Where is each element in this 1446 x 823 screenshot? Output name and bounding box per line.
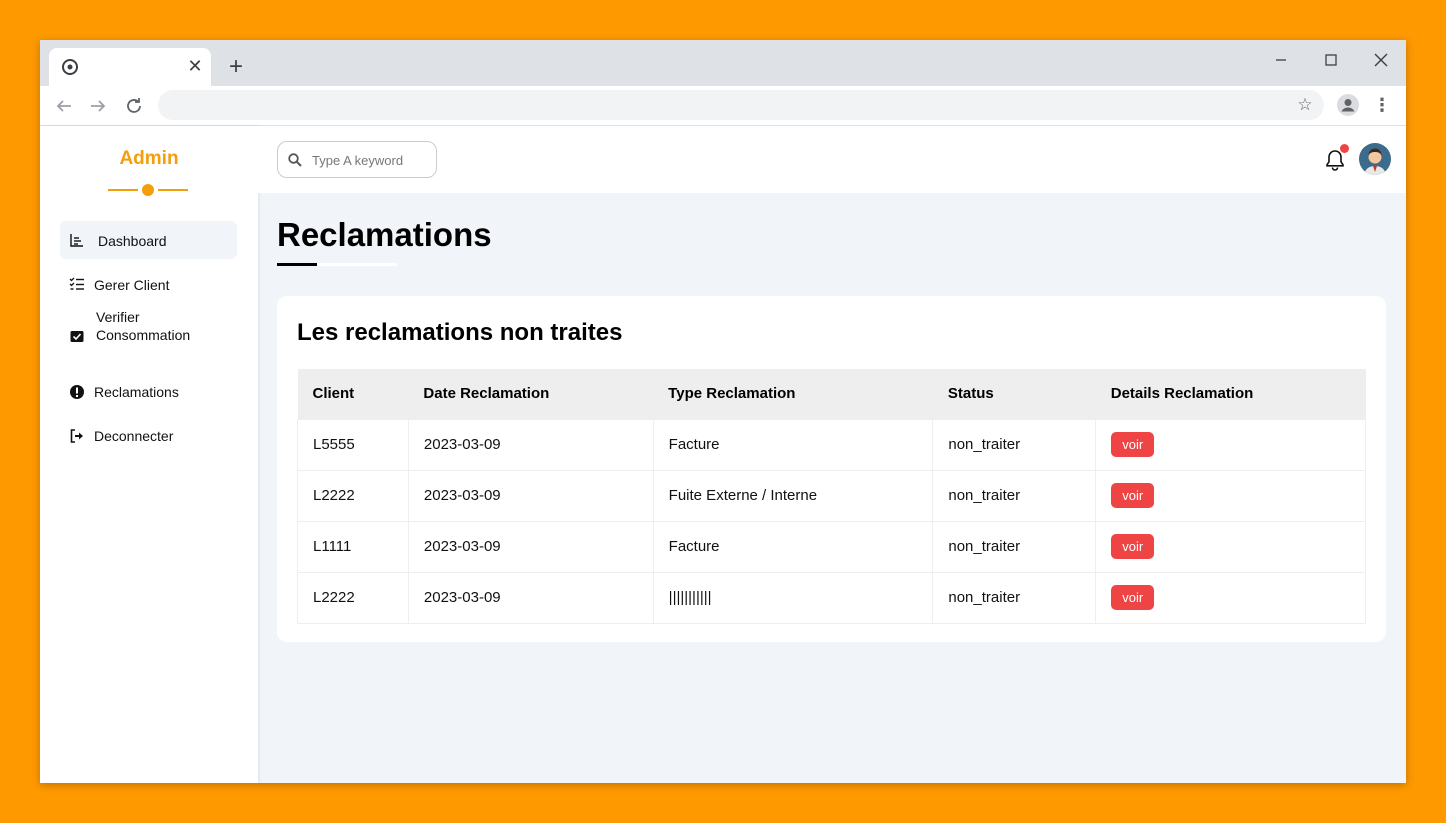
minimize-icon[interactable] (1267, 46, 1295, 74)
checklist-icon (69, 277, 84, 290)
back-arrow-icon[interactable] (52, 94, 76, 118)
page-title: Reclamations (277, 216, 492, 253)
notification-dot (1340, 144, 1349, 153)
sidebar-item-verifier-consommation[interactable]: Verifier Consommation (60, 309, 237, 362)
cell-details: voir (1095, 469, 1366, 522)
browser-toolbar: ☆ ⋮ (40, 86, 1406, 126)
cell-client: L2222 (297, 469, 409, 522)
cell-status: non_traiter (932, 469, 1097, 522)
cell-status: non_traiter (932, 520, 1097, 573)
search-icon (288, 153, 302, 167)
voir-button[interactable]: voir (1111, 432, 1155, 457)
column-header-client: Client (297, 369, 409, 419)
brand-title: Admin (119, 148, 179, 169)
sidebar-item-dashboard[interactable]: Dashboard (60, 221, 237, 259)
browser-tab[interactable]: ✕ (49, 48, 211, 86)
cell-date: 2023-03-09 (407, 520, 654, 573)
voir-button[interactable]: voir (1111, 585, 1155, 610)
reload-icon[interactable] (122, 94, 146, 118)
browser-window: ✕ + ☆ ⋮ Admin Dashboard Gerer Client Ver… (40, 40, 1406, 783)
sidebar: Admin Dashboard Gerer Client Verifier Co… (40, 126, 258, 783)
new-tab-button[interactable]: + (224, 55, 248, 79)
brand-dot (142, 184, 154, 196)
cell-details: voir (1095, 571, 1366, 624)
exclamation-circle-icon (70, 385, 84, 399)
title-underline-accent (277, 263, 317, 266)
column-header-date: Date Reclamation (408, 369, 654, 419)
avatar[interactable] (1359, 143, 1391, 175)
card-title: Les reclamations non traites (297, 319, 623, 346)
check-box-icon (70, 331, 84, 342)
cell-type: Facture (652, 520, 934, 573)
bookmark-star-icon[interactable]: ☆ (1296, 96, 1314, 114)
cell-client: L1111 (297, 520, 409, 573)
table-row: L2222 2023-03-09 Fuite Externe / Interne… (297, 469, 1366, 522)
table-header-row: Client Date Reclamation Type Reclamation… (297, 369, 1366, 419)
cell-status: non_traiter (932, 418, 1097, 471)
sidebar-item-reclamations[interactable]: Reclamations (60, 372, 237, 410)
sidebar-item-label: Verifier Consommation (96, 309, 191, 343)
table-row: L5555 2023-03-09 Facture non_traiter voi… (297, 418, 1366, 471)
table-row: L2222 2023-03-09 ||||||||||| non_traiter… (297, 571, 1366, 624)
search-input[interactable] (312, 150, 430, 170)
forward-arrow-icon[interactable] (86, 94, 110, 118)
cell-type: Facture (652, 418, 934, 471)
cell-date: 2023-03-09 (407, 469, 654, 522)
brand-divider (108, 189, 138, 191)
table-row: L1111 2023-03-09 Facture non_traiter voi… (297, 520, 1366, 573)
profile-icon[interactable] (1337, 94, 1359, 116)
voir-button[interactable]: voir (1111, 483, 1155, 508)
cell-client: L2222 (297, 571, 409, 624)
chrome-icon (62, 59, 78, 75)
cell-details: voir (1095, 520, 1366, 573)
close-window-icon[interactable] (1367, 46, 1395, 74)
column-header-type: Type Reclamation (653, 369, 933, 419)
brand-divider (158, 189, 188, 191)
cell-date: 2023-03-09 (407, 418, 654, 471)
address-bar[interactable]: ☆ (158, 90, 1324, 120)
tab-strip: ✕ + (40, 40, 1406, 86)
maximize-icon[interactable] (1317, 46, 1345, 74)
sidebar-item-label: Reclamations (94, 384, 179, 400)
sidebar-item-label: Gerer Client (94, 277, 170, 293)
chart-icon (70, 234, 83, 247)
sidebar-item-gerer-client[interactable]: Gerer Client (60, 265, 237, 303)
cell-date: 2023-03-09 (407, 571, 654, 624)
column-header-details: Details Reclamation (1095, 369, 1366, 419)
cell-details: voir (1095, 418, 1366, 471)
cell-status: non_traiter (932, 571, 1097, 624)
sidebar-item-deconnecter[interactable]: Deconnecter (60, 416, 237, 454)
cell-type: Fuite Externe / Interne (652, 469, 934, 522)
reclamations-table: Client Date Reclamation Type Reclamation… (297, 369, 1366, 624)
page: Admin Dashboard Gerer Client Verifier Co… (40, 126, 1406, 783)
reclamations-card: Les reclamations non traites Client Date… (277, 296, 1386, 642)
sidebar-item-label: Dashboard (98, 233, 167, 249)
sign-out-icon (70, 429, 83, 443)
close-tab-icon[interactable]: ✕ (185, 56, 205, 76)
column-header-status: Status (932, 369, 1096, 419)
search-box[interactable] (277, 141, 437, 178)
top-bar (258, 126, 1406, 193)
voir-button[interactable]: voir (1111, 534, 1155, 559)
browser-menu-icon[interactable]: ⋮ (1372, 94, 1392, 116)
cell-type: ||||||||||| (652, 571, 934, 624)
cell-client: L5555 (297, 418, 409, 471)
sidebar-item-label: Deconnecter (94, 428, 174, 444)
